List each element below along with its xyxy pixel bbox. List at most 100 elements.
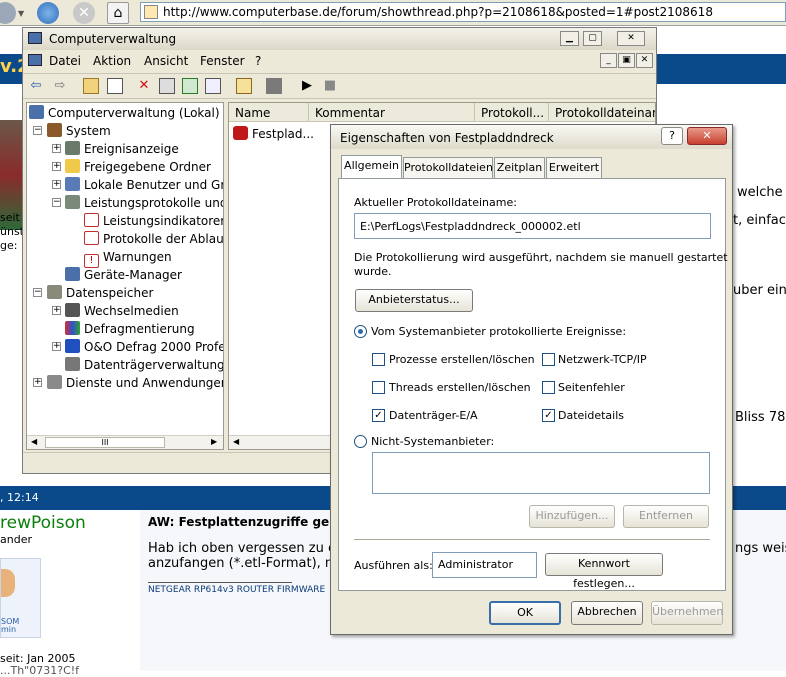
expand-icon[interactable]: + bbox=[52, 306, 61, 315]
tree-item-label: Lokale Benutzer und Grup bbox=[84, 178, 224, 192]
tree-item-trace-logs[interactable]: Protokolle der Ablaufv bbox=[84, 230, 223, 248]
tree-item-alerts[interactable]: ! Warnungen bbox=[84, 248, 172, 268]
tree-item-removable-media[interactable]: Wechselmedien bbox=[65, 302, 179, 320]
signature-link[interactable]: NETGEAR RP614v3 ROUTER FIRMWARE bbox=[148, 585, 325, 595]
run-as-field[interactable]: Administrator bbox=[432, 552, 537, 578]
ok-button[interactable]: OK bbox=[489, 601, 561, 625]
tree-item-label: Wechselmedien bbox=[84, 304, 179, 318]
document-icon bbox=[28, 54, 42, 66]
remove-button[interactable]: Entfernen bbox=[623, 505, 709, 528]
tab-erweitert[interactable]: Erweitert bbox=[546, 157, 602, 178]
username-link[interactable]: rewPoison bbox=[0, 513, 86, 533]
dialog-titlebar[interactable]: Eigenschaften von Festpladdndreck ? ✕ bbox=[331, 125, 732, 149]
export-list-icon[interactable] bbox=[205, 78, 221, 94]
child-restore-button[interactable]: ▣ bbox=[618, 53, 635, 68]
nonsystem-provider-radio[interactable] bbox=[354, 435, 367, 448]
tree-item-device-manager[interactable]: Geräte-Manager bbox=[65, 266, 182, 284]
up-folder-icon[interactable] bbox=[83, 78, 99, 94]
performance-logs-icon bbox=[65, 195, 80, 209]
address-bar[interactable]: http://www.computerbase.de/forum/showthr… bbox=[140, 2, 786, 22]
expand-icon[interactable]: + bbox=[52, 162, 61, 171]
provider-list[interactable] bbox=[372, 452, 710, 494]
system-provider-radio[interactable] bbox=[354, 325, 367, 338]
collapse-icon[interactable]: − bbox=[33, 288, 42, 297]
tree-horizontal-scrollbar[interactable]: ◀ III ▶ bbox=[27, 435, 223, 449]
tree-item-event-viewer[interactable]: Ereignisanzeige bbox=[65, 140, 179, 158]
current-log-field[interactable]: E:\PerfLogs\Festpladdndreck_000002.etl bbox=[354, 213, 711, 239]
checkbox-thread-create[interactable] bbox=[372, 381, 385, 394]
tree-item-shared-folders[interactable]: Freigegebene Ordner bbox=[65, 158, 211, 176]
tree-item-disk-management[interactable]: Datenträgerverwaltung bbox=[65, 356, 223, 374]
apply-button[interactable]: Übernehmen bbox=[651, 601, 723, 625]
column-header-name[interactable]: Name bbox=[229, 103, 309, 122]
list-item[interactable]: Festplad... bbox=[233, 125, 314, 143]
tree-item-defragmentation[interactable]: Defragmentierung bbox=[65, 320, 195, 338]
delete-icon[interactable]: ✕ bbox=[136, 78, 152, 94]
back-icon[interactable]: ⇦ bbox=[28, 78, 44, 94]
avatar-face-icon bbox=[1, 569, 15, 597]
refresh-icon[interactable] bbox=[182, 78, 198, 94]
tree-item-oo-defrag[interactable]: O&O Defrag 2000 Professi bbox=[65, 338, 223, 356]
column-header-log-filename[interactable]: Protokolldateinam bbox=[549, 103, 655, 122]
tab-zeitplan[interactable]: Zeitplan bbox=[494, 157, 545, 178]
start-icon[interactable]: ▶ bbox=[299, 78, 315, 94]
tree-item-services[interactable]: Dienste und Anwendungen bbox=[47, 374, 223, 392]
child-minimize-button[interactable]: _ bbox=[600, 53, 617, 68]
set-password-button[interactable]: Kennwort festlegen... bbox=[545, 553, 663, 590]
menu-ansicht[interactable]: Ansicht bbox=[144, 54, 188, 68]
new-log-icon[interactable] bbox=[266, 78, 282, 94]
help-icon[interactable] bbox=[236, 78, 252, 94]
menu-fenster[interactable]: Fenster bbox=[200, 54, 245, 68]
expand-icon[interactable]: + bbox=[33, 378, 42, 387]
tree-item-label: Defragmentierung bbox=[84, 322, 195, 336]
add-button[interactable]: Hinzufügen... bbox=[529, 505, 615, 528]
scroll-left-icon[interactable]: ◀ bbox=[233, 437, 239, 446]
tab-allgemein[interactable]: Allgemein bbox=[341, 155, 402, 179]
provider-status-button[interactable]: Anbieterstatus... bbox=[355, 289, 473, 312]
maximize-button[interactable]: ▢ bbox=[583, 31, 602, 46]
forward-icon[interactable]: ⇨ bbox=[52, 78, 68, 94]
stop-icon[interactable]: ■ bbox=[322, 78, 338, 94]
checkbox-disk-io[interactable]: ✓ bbox=[372, 409, 385, 422]
expand-icon[interactable]: + bbox=[52, 180, 61, 189]
window-titlebar[interactable]: Computerverwaltung ▁ ▢ ✕ bbox=[23, 28, 656, 50]
home-icon[interactable]: ⌂ bbox=[107, 2, 129, 24]
tree-item-storage[interactable]: Datenspeicher bbox=[47, 284, 153, 302]
scroll-thumb[interactable]: III bbox=[45, 437, 165, 448]
column-header-comment[interactable]: Kommentar bbox=[309, 103, 475, 122]
menu-aktion[interactable]: Aktion bbox=[93, 54, 131, 68]
checkbox-network-tcpip[interactable] bbox=[542, 353, 555, 366]
tree-item-counter-logs[interactable]: Leistungsindikatorenp bbox=[84, 212, 223, 230]
properties-icon[interactable] bbox=[159, 78, 175, 94]
collapse-icon[interactable]: − bbox=[33, 126, 42, 135]
menu-help[interactable]: ? bbox=[255, 54, 261, 68]
scroll-left-icon[interactable]: ◀ bbox=[31, 437, 37, 446]
column-header-log-type[interactable]: Protokoll... bbox=[475, 103, 549, 122]
tab-protokolldateien[interactable]: Protokolldateien bbox=[403, 157, 493, 178]
child-close-button[interactable]: ✕ bbox=[636, 53, 653, 68]
expand-icon[interactable]: + bbox=[52, 144, 61, 153]
close-button[interactable]: ✕ bbox=[687, 127, 727, 145]
help-button[interactable]: ? bbox=[661, 127, 683, 145]
tree-item-local-users[interactable]: Lokale Benutzer und Grup bbox=[65, 176, 224, 194]
stop-icon[interactable]: ✕ bbox=[73, 2, 95, 24]
show-tree-icon[interactable] bbox=[107, 78, 123, 94]
checkbox-file-details[interactable]: ✓ bbox=[542, 409, 555, 422]
cancel-button[interactable]: Abbrechen bbox=[571, 601, 643, 625]
dropdown-arrow-icon[interactable]: ▼ bbox=[18, 9, 24, 18]
scroll-right-icon[interactable]: ▶ bbox=[211, 437, 217, 446]
forward-icon[interactable] bbox=[0, 2, 16, 24]
expand-icon[interactable]: + bbox=[52, 342, 61, 351]
checkbox-page-faults[interactable] bbox=[542, 381, 555, 394]
checkbox-process-create[interactable] bbox=[372, 353, 385, 366]
menu-datei[interactable]: Datei bbox=[49, 54, 81, 68]
menu-bar: Datei Aktion Ansicht Fenster ? _ ▣ ✕ bbox=[23, 51, 656, 71]
tree-item-performance-logs[interactable]: Leistungsprotokolle und V bbox=[65, 194, 223, 212]
nonsystem-provider-label: Nicht-Systemanbieter: bbox=[371, 435, 495, 448]
close-button[interactable]: ✕ bbox=[617, 31, 645, 46]
minimize-button[interactable]: ▁ bbox=[560, 31, 579, 46]
tree-item-root[interactable]: Computerverwaltung (Lokal) bbox=[29, 104, 220, 122]
refresh-icon[interactable] bbox=[37, 2, 59, 24]
tree-item-system[interactable]: System bbox=[47, 122, 111, 140]
collapse-icon[interactable]: − bbox=[52, 198, 61, 207]
